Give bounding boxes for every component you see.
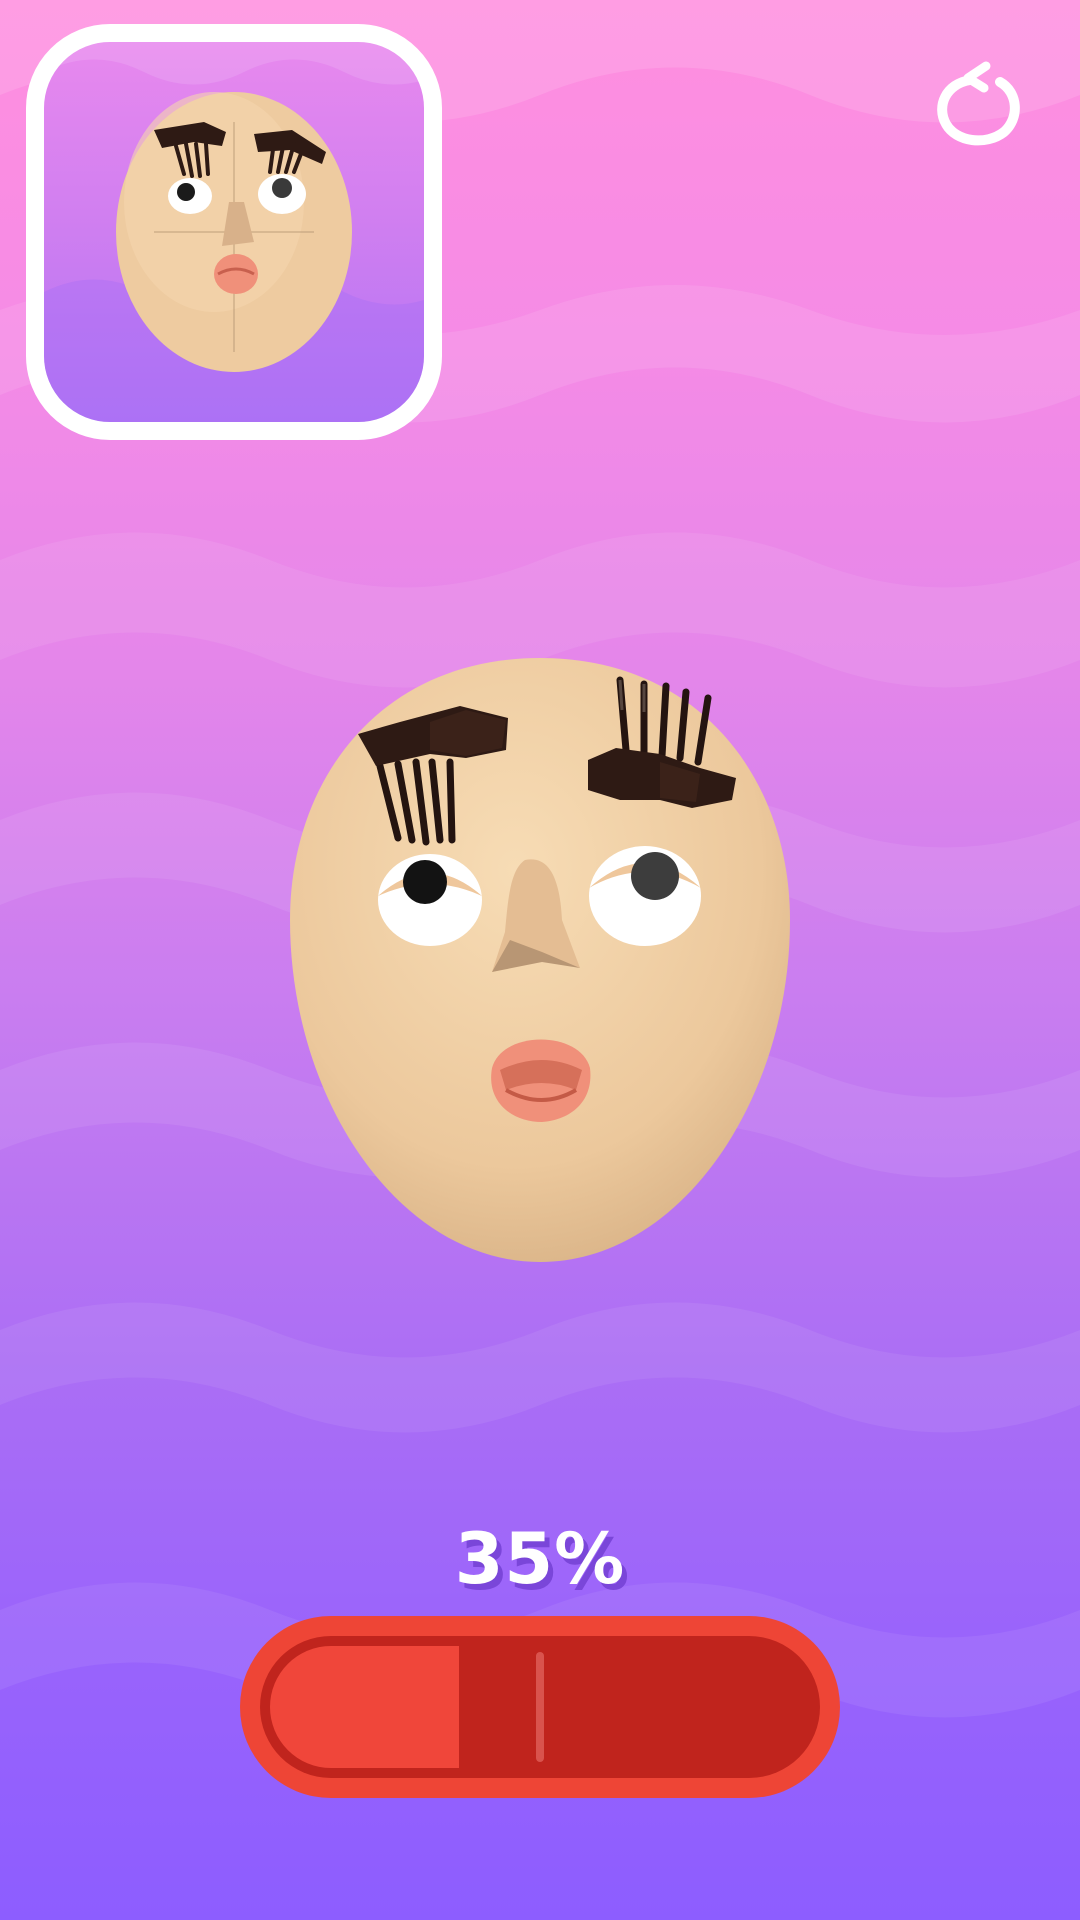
progress-track [260, 1636, 820, 1778]
restart-button[interactable] [928, 52, 1030, 154]
progress-percent: 35% [454, 1518, 626, 1600]
progress-bar [240, 1616, 840, 1798]
target-face [44, 42, 424, 422]
target-face-card [26, 24, 442, 440]
egg-face[interactable] [280, 650, 800, 1270]
restart-icon [937, 61, 1020, 146]
progress-target-marker [536, 1652, 544, 1762]
progress-fill [270, 1646, 459, 1768]
